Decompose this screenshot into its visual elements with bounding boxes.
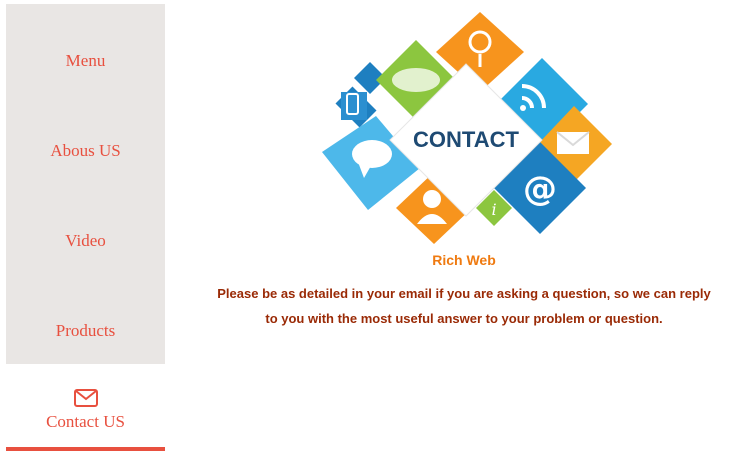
contact-description: Please be as detailed in your email if y… xyxy=(165,281,742,331)
site-name: Rich Web xyxy=(432,252,496,268)
nav-item-contact-us[interactable]: Contact US xyxy=(6,364,165,452)
nav-item-label: Menu xyxy=(65,51,106,70)
sidebar-nav: Menu Abous US Video Products xyxy=(6,4,165,364)
contact-hero-image: @ i CONTACT xyxy=(322,12,612,244)
svg-text:@: @ xyxy=(523,169,557,209)
nav-item-about-us[interactable]: Abous US xyxy=(6,106,165,196)
nav-item-menu[interactable]: Menu xyxy=(6,16,165,106)
nav-item-products[interactable]: Products xyxy=(6,286,165,376)
envelope-icon xyxy=(73,388,98,407)
nav-item-label: Video xyxy=(65,231,106,250)
phone-icon xyxy=(335,62,386,128)
nav-item-label: Products xyxy=(55,321,116,340)
nav-item-video[interactable]: Video xyxy=(6,196,165,286)
active-nav-indicator xyxy=(6,447,165,451)
contact-label: CONTACT xyxy=(413,127,519,152)
nav-item-label: Contact US xyxy=(46,411,125,431)
nav-item-label: Abous US xyxy=(50,141,121,160)
description-line: to you with the most useful answer to yo… xyxy=(265,311,663,326)
svg-text:i: i xyxy=(491,200,496,219)
description-line: Please be as detailed in your email if y… xyxy=(217,286,711,301)
